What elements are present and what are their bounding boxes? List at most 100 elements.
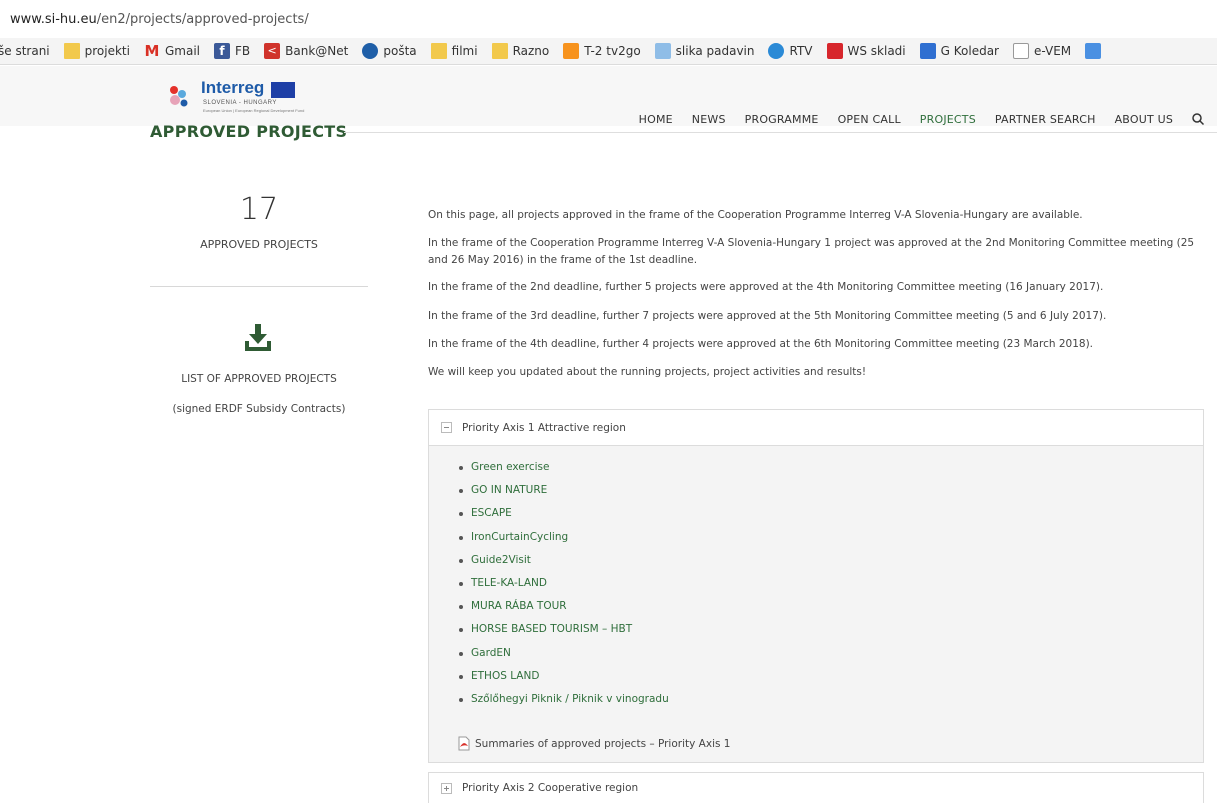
- interreg-logo[interactable]: Interreg SLOVENIA - HUNGARY European Uni…: [165, 78, 315, 116]
- nav-programme[interactable]: PROGRAMME: [745, 113, 819, 126]
- bookmark-label: FB: [235, 44, 251, 58]
- download-icon[interactable]: [244, 323, 272, 353]
- bookmark-item[interactable]: [1085, 43, 1106, 59]
- intro-paragraph: In the frame of the 3rd deadline, furthe…: [428, 310, 1107, 322]
- address-bar[interactable]: www.si-hu.eu/en2/projects/approved-proje…: [0, 0, 1217, 38]
- url-host: www.si-hu.eu: [10, 12, 97, 27]
- bookmark-label: slika padavin: [675, 44, 755, 58]
- bookmark-label: G Koledar: [940, 44, 999, 58]
- bookmark-item[interactable]: slika padavin: [654, 43, 755, 59]
- folder-icon: [430, 43, 447, 59]
- project-link[interactable]: GardEN: [459, 642, 669, 665]
- bookmark-label: T-2 tv2go: [584, 44, 641, 58]
- summary-pdf-link[interactable]: Summaries of approved projects – Priorit…: [457, 736, 730, 751]
- bookmark-item[interactable]: Razno: [491, 43, 550, 59]
- gmail-icon: M: [144, 42, 160, 60]
- url-path: /en2/projects/approved-projects/: [96, 12, 309, 27]
- bookmark-label: WS skladi: [847, 44, 906, 58]
- bank-icon: <: [264, 43, 281, 59]
- document-icon: [1013, 43, 1029, 59]
- url-text[interactable]: www.si-hu.eu/en2/projects/approved-proje…: [10, 12, 309, 27]
- project-link[interactable]: GO IN NATURE: [459, 479, 669, 502]
- pdf-icon: [458, 736, 470, 751]
- main-nav: HOME NEWS PROGRAMME OPEN CALL PROJECTS P…: [620, 112, 1205, 126]
- project-link[interactable]: ESCAPE: [459, 502, 669, 525]
- bookmarks-bar: še strani projekti M Gmail f FB < Bank@Net …: [0, 38, 1217, 65]
- accordion-priority-axis-1: Priority Axis 1 Attractive region Green …: [428, 409, 1204, 763]
- tv-icon: [563, 43, 580, 59]
- project-link[interactable]: IronCurtainCycling: [459, 526, 669, 549]
- bookmark-label: Gmail: [164, 44, 200, 58]
- title-divider: [344, 132, 1217, 133]
- bookmark-item[interactable]: G Koledar: [919, 43, 999, 59]
- logo-mark-icon: [170, 86, 188, 107]
- folder-icon: [63, 43, 80, 59]
- bookmark-label: pošta: [383, 44, 417, 58]
- project-list: Green exercise GO IN NATURE ESCAPE IronC…: [459, 456, 669, 711]
- page-title: APPROVED PROJECTS: [150, 122, 348, 141]
- project-link[interactable]: ETHOS LAND: [459, 665, 669, 688]
- nav-home[interactable]: HOME: [639, 113, 673, 126]
- project-link[interactable]: Szőlőhegyi Piknik / Piknik v vinogradu: [459, 688, 669, 711]
- intro-paragraph: We will keep you updated about the runni…: [428, 366, 867, 378]
- rtv-icon: [768, 43, 785, 59]
- bookmark-label: projekti: [84, 44, 130, 58]
- calendar-icon: [919, 43, 936, 59]
- bookmark-label: filmi: [451, 44, 478, 58]
- folder-icon: [491, 43, 508, 59]
- bookmark-item[interactable]: filmi: [430, 43, 478, 59]
- bookmark-item[interactable]: e-VEM: [1013, 43, 1071, 59]
- summary-pdf-label: Summaries of approved projects – Priorit…: [475, 737, 731, 750]
- logo-subtitle: SLOVENIA - HUNGARY: [203, 100, 277, 106]
- expand-icon[interactable]: [441, 782, 452, 794]
- intro-paragraph: In the frame of the Cooperation Programm…: [428, 237, 1195, 266]
- bookmark-label: Razno: [512, 44, 550, 58]
- accordion-header-axis-1[interactable]: Priority Axis 1 Attractive region: [429, 410, 1203, 446]
- eu-flag-icon: [271, 82, 295, 98]
- download-list-subtitle: (signed ERDF Subsidy Contracts): [172, 403, 346, 415]
- intro-paragraph: In the frame of the 4th deadline, furthe…: [428, 338, 1093, 350]
- bookmark-label: še strani: [0, 44, 50, 58]
- project-link[interactable]: Guide2Visit: [459, 549, 669, 572]
- search-icon[interactable]: [1191, 112, 1205, 126]
- bookmark-item[interactable]: f FB: [214, 43, 250, 59]
- bookmark-item[interactable]: pošta: [362, 43, 417, 59]
- accordion-body-axis-1: Green exercise GO IN NATURE ESCAPE IronC…: [429, 446, 1203, 762]
- accordion-title: Priority Axis 2 Cooperative region: [462, 782, 639, 794]
- bookmark-label: e-VEM: [1034, 44, 1072, 58]
- nav-projects[interactable]: PROJECTS: [920, 113, 976, 126]
- bookmark-label: Bank@Net: [285, 44, 349, 58]
- bookmark-label: RTV: [789, 44, 813, 58]
- bookmark-item[interactable]: T-2 tv2go: [563, 43, 641, 59]
- approved-count-label: APPROVED PROJECTS: [200, 238, 318, 251]
- rain-icon: [654, 43, 671, 59]
- bookmark-item[interactable]: < Bank@Net: [264, 43, 348, 59]
- intro-paragraph: On this page, all projects approved in t…: [428, 209, 1083, 221]
- nav-open-call[interactable]: OPEN CALL: [838, 113, 901, 126]
- ws-icon: [826, 43, 843, 59]
- accordion-title: Priority Axis 1 Attractive region: [462, 421, 626, 434]
- nav-partner-search[interactable]: PARTNER SEARCH: [995, 113, 1096, 126]
- bookmark-overflow-icon: [1085, 43, 1102, 59]
- project-link[interactable]: Green exercise: [459, 456, 669, 479]
- accordion-priority-axis-2[interactable]: Priority Axis 2 Cooperative region: [428, 772, 1204, 803]
- collapse-icon[interactable]: [441, 422, 452, 433]
- logo-word: Interreg: [201, 78, 265, 97]
- approved-count: 17: [239, 192, 279, 227]
- logo-subtitle-small: European Union | European Regional Devel…: [203, 108, 305, 113]
- facebook-icon: f: [214, 43, 230, 59]
- bookmark-item[interactable]: projekti: [63, 43, 130, 59]
- bookmark-item[interactable]: še strani: [0, 44, 50, 58]
- bookmark-item[interactable]: WS skladi: [826, 43, 906, 59]
- project-link[interactable]: MURA RÁBA TOUR: [459, 595, 669, 618]
- bookmark-item[interactable]: RTV: [768, 43, 813, 59]
- posta-icon: [362, 43, 379, 59]
- project-link[interactable]: TELE-KA-LAND: [459, 572, 669, 595]
- left-divider: [150, 286, 368, 287]
- project-link[interactable]: HORSE BASED TOURISM – HBT: [459, 618, 669, 641]
- download-list-link[interactable]: LIST OF APPROVED PROJECTS: [150, 373, 368, 385]
- intro-paragraph: In the frame of the 2nd deadline, furthe…: [428, 281, 1104, 293]
- nav-news[interactable]: NEWS: [692, 113, 726, 126]
- nav-about-us[interactable]: ABOUT US: [1115, 113, 1173, 126]
- bookmark-item[interactable]: M Gmail: [144, 43, 200, 59]
